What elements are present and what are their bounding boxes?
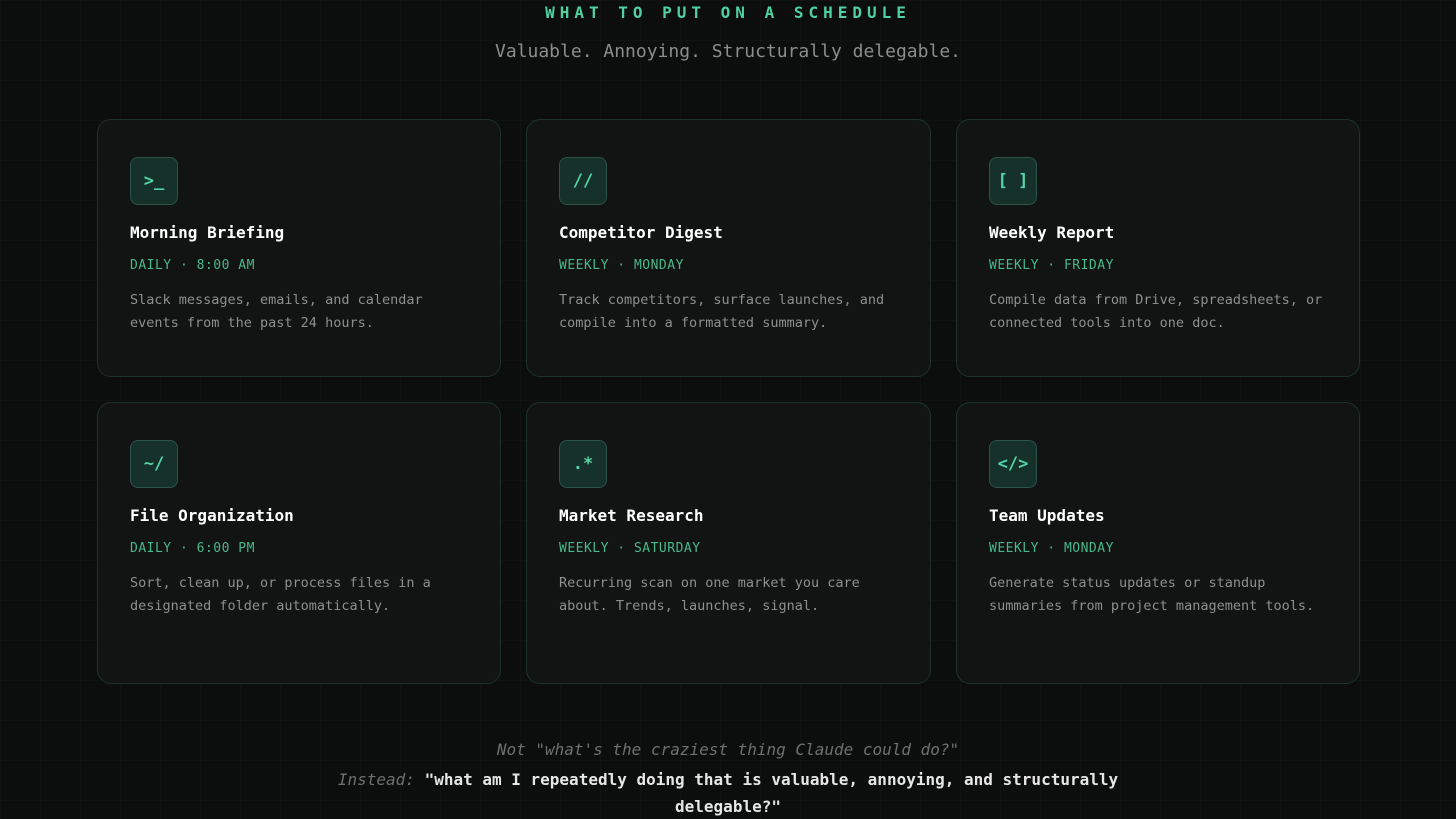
card-title: Weekly Report [989, 223, 1115, 242]
brackets-icon: [ ] [989, 157, 1037, 205]
card-title: Team Updates [989, 506, 1105, 525]
card-description: Slack messages, emails, and calendar eve… [130, 292, 423, 331]
card-schedule: WEEKLY · MONDAY [989, 541, 1114, 556]
card-market-research: .* Market Research WEEKLY · SATURDAY Rec… [526, 402, 931, 684]
card-schedule: WEEKLY · MONDAY [559, 258, 684, 273]
card-description: Recurring scan on one market you care ab… [559, 575, 860, 614]
card-schedule: DAILY · 8:00 AM [130, 258, 255, 273]
card-title: Morning Briefing [130, 223, 285, 242]
code-tag-icon: </> [989, 440, 1037, 488]
card-title: File Organization [130, 506, 294, 525]
section-subtitle: Valuable. Annoying. Structurally delegab… [495, 41, 961, 62]
card-description: Compile data from Drive, spreadsheets, o… [989, 292, 1323, 331]
card-team-updates: </> Team Updates WEEKLY · MONDAY Generat… [956, 402, 1360, 684]
section-eyebrow: WHAT TO PUT ON A SCHEDULE [545, 3, 911, 22]
card-competitor-digest: // Competitor Digest WEEKLY · MONDAY Tra… [526, 119, 931, 377]
card-title: Competitor Digest [559, 223, 723, 242]
card-schedule: WEEKLY · FRIDAY [989, 258, 1114, 273]
card-schedule: DAILY · 6:00 PM [130, 541, 255, 556]
home-directory-icon: ~/ [130, 440, 178, 488]
card-morning-briefing: >_ Morning Briefing DAILY · 8:00 AM Slac… [97, 119, 501, 377]
footer-instead-line: Instead: "what am I repeatedly doing tha… [300, 766, 1156, 819]
schedule-cards-grid: >_ Morning Briefing DAILY · 8:00 AM Slac… [97, 119, 1360, 684]
footer-instead-label: Instead: [337, 770, 415, 789]
terminal-prompt-icon: >_ [130, 157, 178, 205]
card-file-organization: ~/ File Organization DAILY · 6:00 PM Sor… [97, 402, 501, 684]
card-description: Sort, clean up, or process files in a de… [130, 575, 431, 614]
double-slash-icon: // [559, 157, 607, 205]
card-description: Track competitors, surface launches, and… [559, 292, 885, 331]
card-description: Generate status updates or standup summa… [989, 575, 1315, 614]
card-schedule: WEEKLY · SATURDAY [559, 541, 701, 556]
footer-not-line: Not "what's the craziest thing Claude co… [496, 740, 960, 759]
footer-instead-quote: "what am I repeatedly doing that is valu… [424, 770, 1119, 816]
card-weekly-report: [ ] Weekly Report WEEKLY · FRIDAY Compil… [956, 119, 1360, 377]
card-title: Market Research [559, 506, 704, 525]
regex-wildcard-icon: .* [559, 440, 607, 488]
